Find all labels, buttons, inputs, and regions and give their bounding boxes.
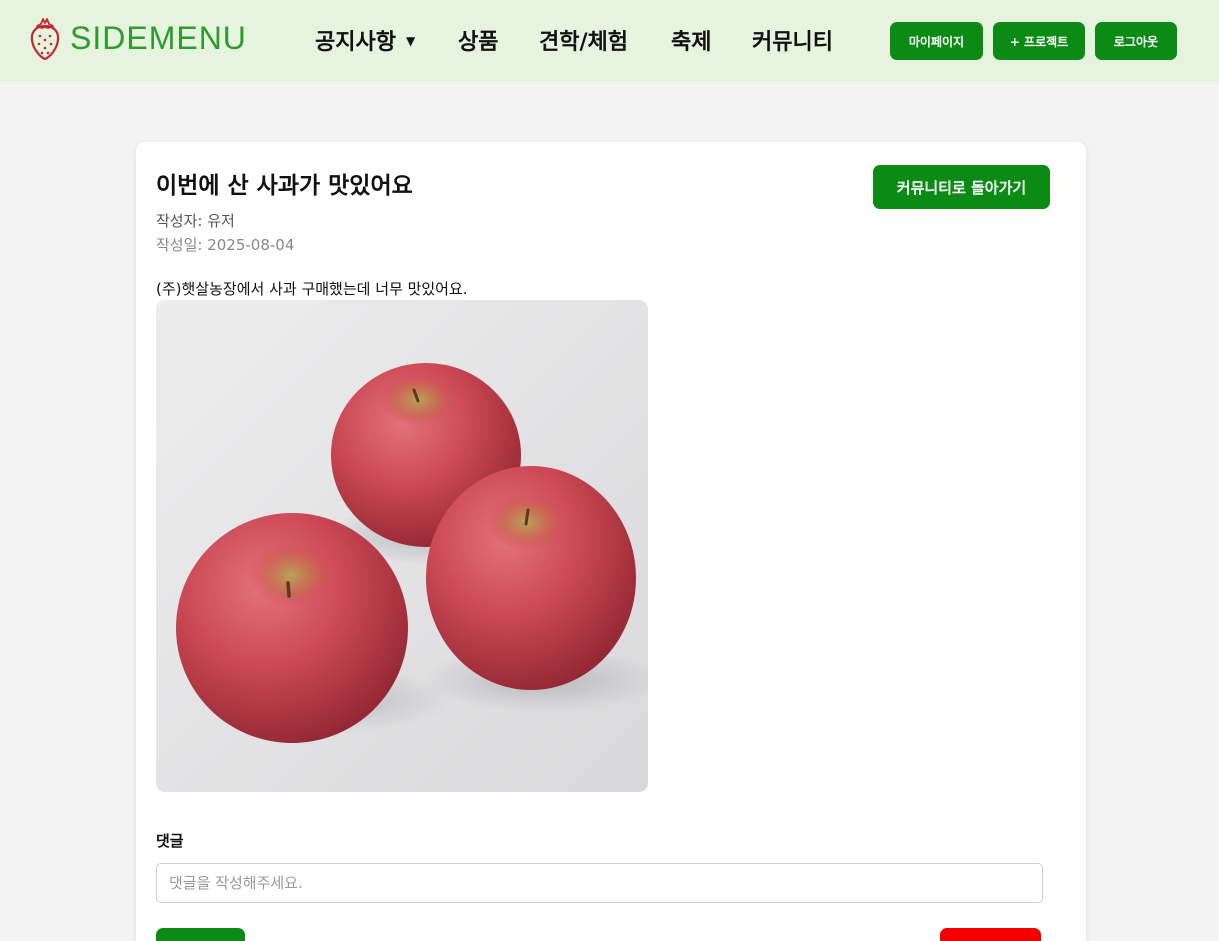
comment-input[interactable] <box>156 863 1043 903</box>
strawberry-icon <box>30 18 60 60</box>
logo[interactable]: SIDEMENU <box>28 16 247 60</box>
add-project-button[interactable]: + 프로젝트 <box>993 22 1085 60</box>
nav-item-products[interactable]: 상품 <box>458 26 498 60</box>
post-image <box>156 300 648 792</box>
caret-down-icon: ▼ <box>405 34 416 48</box>
mypage-button[interactable]: 마이페이지 <box>890 22 983 60</box>
post-card: 이번에 산 사과가 맛있어요 커뮤니티로 돌아가기 작성자: 유저 작성일: 2… <box>136 142 1086 941</box>
logout-button[interactable]: 로그아웃 <box>1095 22 1177 60</box>
nav-item-community[interactable]: 커뮤니티 <box>752 26 833 60</box>
back-to-community-button[interactable]: 커뮤니티로 돌아가기 <box>873 165 1050 209</box>
nav-item-notice-label: 공지사항 <box>315 30 396 55</box>
post-body: (주)햇살농장에서 사과 구매했는데 너무 맛있어요. <box>156 280 468 298</box>
post-author: 작성자: 유저 <box>156 212 235 230</box>
apple-photo-icon <box>156 300 648 792</box>
nav-item-tour[interactable]: 견학/체험 <box>539 26 628 60</box>
top-header: SIDEMENU 공지사항 ▼ 상품 견학/체험 축제 커뮤니티 마이페이지 + … <box>0 0 1219 82</box>
delete-button[interactable] <box>940 928 1041 941</box>
post-title: 이번에 산 사과가 맛있어요 <box>156 173 413 199</box>
comment-submit-button[interactable] <box>156 928 245 941</box>
post-date: 작성일: 2025-08-04 <box>156 236 295 254</box>
logo-text: SIDEMENU <box>70 20 247 56</box>
nav-item-notice[interactable]: 공지사항 ▼ <box>315 26 415 60</box>
comments-label: 댓글 <box>156 832 184 850</box>
nav-item-festival[interactable]: 축제 <box>671 26 711 60</box>
